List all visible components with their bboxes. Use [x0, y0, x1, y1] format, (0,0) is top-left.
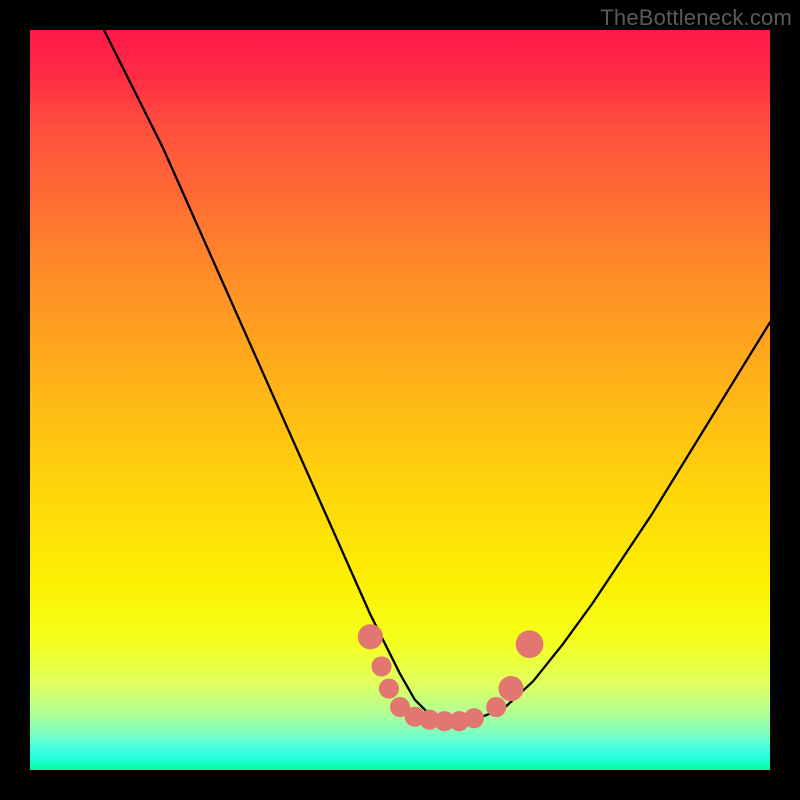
- curve-marker: [486, 697, 506, 717]
- bottleneck-curve-svg: [30, 30, 770, 770]
- curve-marker: [358, 624, 383, 649]
- plot-area: [30, 30, 770, 770]
- marker-group: [358, 624, 544, 731]
- chart-frame: TheBottleneck.com: [0, 0, 800, 800]
- bottleneck-curve: [104, 30, 770, 722]
- curve-marker: [498, 676, 523, 701]
- watermark-text: TheBottleneck.com: [600, 5, 792, 31]
- curve-marker: [379, 679, 399, 699]
- curve-marker: [371, 656, 391, 676]
- curve-group: [104, 30, 770, 722]
- curve-marker: [464, 708, 484, 728]
- curve-marker: [516, 630, 544, 658]
